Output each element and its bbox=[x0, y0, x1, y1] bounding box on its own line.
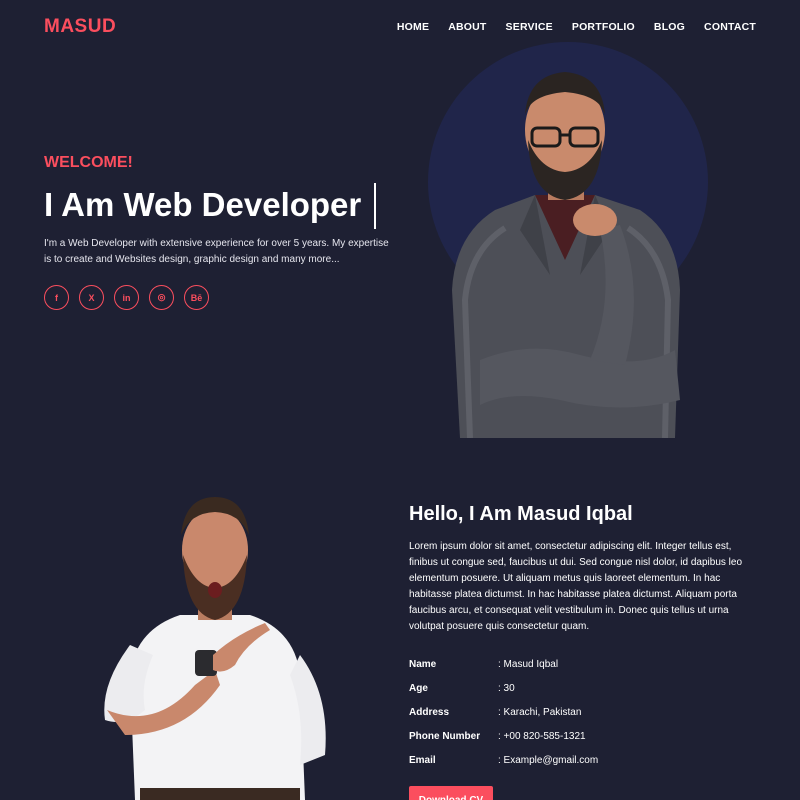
about-description: Lorem ipsum dolor sit amet, consectetur … bbox=[409, 541, 743, 632]
site-logo[interactable]: MASUD bbox=[44, 16, 116, 38]
hero-title: I Am Web Developer bbox=[44, 186, 362, 223]
nav-about[interactable]: ABOUT bbox=[448, 21, 486, 33]
nav-blog[interactable]: BLOG bbox=[654, 21, 685, 33]
nav-home[interactable]: HOME bbox=[397, 21, 429, 33]
welcome-label: WELCOME! bbox=[44, 154, 133, 171]
nav-contact[interactable]: CONTACT bbox=[704, 21, 756, 33]
behance-icon[interactable]: Bē bbox=[184, 285, 209, 310]
info-label: Email bbox=[409, 754, 436, 766]
download-cv-button[interactable]: Download CV bbox=[409, 786, 493, 800]
info-value: : 30 bbox=[498, 682, 515, 694]
typing-cursor bbox=[374, 183, 376, 229]
x-twitter-icon[interactable]: X bbox=[79, 285, 104, 310]
info-row-address: Address : Karachi, Pakistan bbox=[409, 700, 598, 724]
about-portrait-image bbox=[104, 497, 326, 800]
instagram-icon[interactable]: ◎ bbox=[149, 285, 174, 310]
info-row-email: Email : Example@gmail.com bbox=[409, 748, 598, 772]
info-label: Phone Number bbox=[409, 730, 481, 742]
info-row-name: Name : Masud Iqbal bbox=[409, 652, 598, 676]
nav-portfolio[interactable]: PORTFOLIO bbox=[572, 21, 635, 33]
hero-portrait-image bbox=[452, 72, 680, 438]
info-label: Name bbox=[409, 658, 437, 670]
info-row-age: Age : 30 bbox=[409, 676, 598, 700]
info-label: Address bbox=[409, 706, 450, 718]
info-value: : Masud Iqbal bbox=[498, 658, 559, 670]
social-links: f X in ◎ Bē bbox=[44, 285, 209, 310]
main-nav: HOME ABOUT SERVICE PORTFOLIO BLOG CONTAC… bbox=[397, 21, 756, 33]
nav-service[interactable]: SERVICE bbox=[506, 21, 553, 33]
info-row-phone: Phone Number : +00 820-585-1321 bbox=[409, 724, 598, 748]
info-value: : +00 820-585-1321 bbox=[498, 730, 586, 742]
personal-info-list: Name : Masud Iqbal Age : 30 Address : Ka… bbox=[409, 652, 598, 772]
about-title: Hello, I Am Masud Iqbal bbox=[409, 503, 633, 525]
linkedin-icon[interactable]: in bbox=[114, 285, 139, 310]
hero-description: I'm a Web Developer with extensive exper… bbox=[44, 238, 389, 265]
info-value: : Karachi, Pakistan bbox=[498, 706, 582, 718]
info-value: : Example@gmail.com bbox=[498, 754, 599, 766]
info-label: Age bbox=[409, 682, 428, 694]
facebook-icon[interactable]: f bbox=[44, 285, 69, 310]
